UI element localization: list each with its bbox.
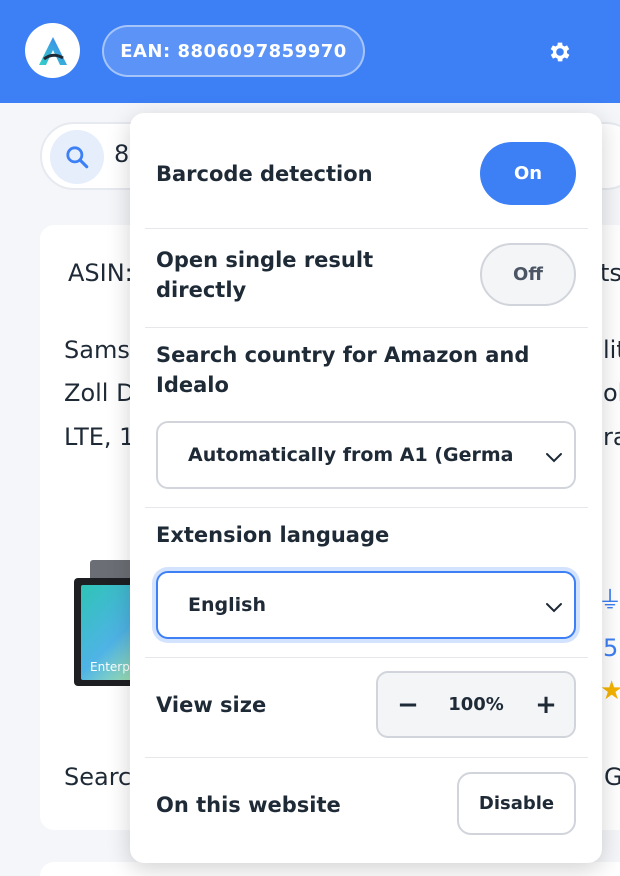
open-single-result-toggle-off[interactable]: Off <box>480 243 576 306</box>
search-input-value[interactable]: 8 <box>114 140 129 168</box>
extension-language-label: Extension language <box>156 523 390 547</box>
disable-on-website-button[interactable]: Disable <box>457 772 576 835</box>
zoom-increase-button[interactable]: + <box>518 673 574 736</box>
on-this-website-label: On this website <box>156 793 341 817</box>
asin-label: ASIN: <box>68 259 133 287</box>
product-image-label: Enterp <box>90 660 130 674</box>
divider <box>145 228 588 229</box>
right-bottom-fragment: G <box>604 763 620 791</box>
product-title-line: LTE, 1 <box>64 423 135 451</box>
extension-language-selected: English <box>188 594 266 616</box>
product-title-line: Zoll D <box>64 379 135 407</box>
barcode-detection-toggle-on[interactable]: On <box>480 142 576 205</box>
view-size-stepper: − 100% + <box>376 671 576 738</box>
divider <box>145 327 588 328</box>
ean-badge[interactable]: EAN: 8806097859970 <box>102 25 365 77</box>
star-icon: ★ <box>600 676 620 706</box>
search-country-select[interactable]: Automatically from A1 (Germa <box>156 421 576 489</box>
app-logo-icon[interactable] <box>25 23 80 78</box>
search-country-label: Search country for Amazon and <box>156 343 530 367</box>
search-country-label-line-2: Idealo <box>156 373 229 397</box>
product-card-next <box>40 862 620 876</box>
divider <box>145 657 588 658</box>
right-column-line: oll <box>603 379 620 407</box>
product-title-line: Sams <box>64 336 130 364</box>
zoom-decrease-button[interactable]: − <box>380 673 436 736</box>
top-bar: EAN: 8806097859970 <box>0 0 620 103</box>
chevron-down-icon <box>544 447 564 467</box>
divider <box>145 757 588 758</box>
right-number: 5 <box>603 634 619 662</box>
barcode-detection-label: Barcode detection <box>156 162 373 186</box>
right-column-line: ra <box>603 423 620 451</box>
right-column-line: lit <box>603 336 620 364</box>
gear-icon[interactable] <box>546 38 574 66</box>
card-header-fragment: ts <box>600 259 620 287</box>
chevron-down-icon <box>544 597 564 617</box>
zoom-value: 100% <box>448 694 504 715</box>
divider <box>145 507 588 508</box>
search-country-selected: Automatically from A1 (Germa <box>188 444 514 466</box>
search-icon[interactable] <box>50 130 104 184</box>
open-single-result-label: Open single result <box>156 248 374 272</box>
open-single-result-label-line-2: directly <box>156 278 247 302</box>
extension-language-select[interactable]: English <box>156 571 576 639</box>
view-size-label: View size <box>156 693 267 717</box>
search-link-fragment[interactable]: Searc <box>64 763 131 791</box>
